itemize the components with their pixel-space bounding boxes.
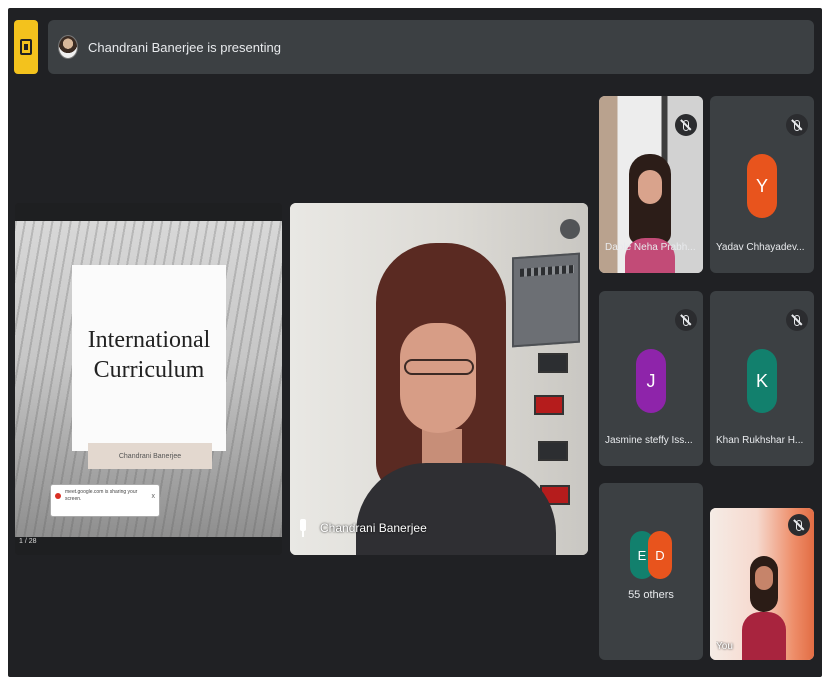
mic-off-icon (786, 309, 808, 331)
presenting-bar[interactable]: Chandrani Banerjee is presenting (48, 20, 814, 74)
participant-name: Jasmine steffy Iss... (605, 435, 693, 446)
slide-author: Chandrani Banerjee (88, 443, 212, 469)
self-name: You (716, 641, 733, 652)
presenting-text: Chandrani Banerjee is presenting (88, 39, 281, 55)
notification-text: meet.google.com is sharing your screen. (65, 489, 138, 502)
presenter-video-tile[interactable]: Chandrani Banerjee (290, 203, 588, 555)
mic-off-icon (786, 114, 808, 136)
avatar: D (648, 531, 672, 579)
avatar (58, 35, 78, 59)
mic-off-icon (675, 309, 697, 331)
others-tile[interactable]: E D 55 others (599, 483, 703, 660)
logo-icon (20, 39, 32, 55)
self-video-tile[interactable]: You (710, 508, 814, 660)
pin-icon[interactable] (298, 519, 308, 537)
avatar: J (636, 349, 666, 413)
mic-off-icon (675, 114, 697, 136)
participant-name: Yadav Chhayadev... (716, 242, 805, 253)
participant-tile[interactable]: K Khan Rukhshar H... (710, 291, 814, 466)
participant-tile[interactable]: Y Yadav Chhayadev... (710, 96, 814, 273)
slide-title: International Curriculum (87, 327, 211, 383)
participant-name: Dable Neha Prabh... (605, 242, 696, 253)
audio-indicator-icon (560, 219, 580, 239)
participant-tile[interactable]: J Jasmine steffy Iss... (599, 291, 703, 466)
avatar: K (747, 349, 777, 413)
presenter-video (356, 243, 556, 555)
participant-video (625, 154, 675, 273)
others-count: 55 others (628, 589, 674, 601)
slide-title-card: International Curriculum (72, 265, 226, 451)
mic-off-icon (788, 514, 810, 536)
presenter-name: Chandrani Banerjee (320, 521, 427, 535)
app-logo (14, 20, 38, 74)
others-avatars: E D (630, 531, 674, 579)
participant-name: Khan Rukhshar H... (716, 435, 804, 446)
screen-share-notification[interactable]: meet.google.com is sharing your screen. … (50, 484, 160, 517)
avatar: Y (747, 154, 777, 218)
close-icon[interactable]: x (152, 493, 156, 500)
shared-screen-tile[interactable]: International Curriculum Chandrani Baner… (15, 203, 282, 555)
participant-tile[interactable]: Dable Neha Prabh... (599, 96, 703, 273)
meeting-window: Chandrani Banerjee is presenting Interna… (8, 8, 822, 677)
page-indicator: 1 / 28 (19, 538, 37, 545)
